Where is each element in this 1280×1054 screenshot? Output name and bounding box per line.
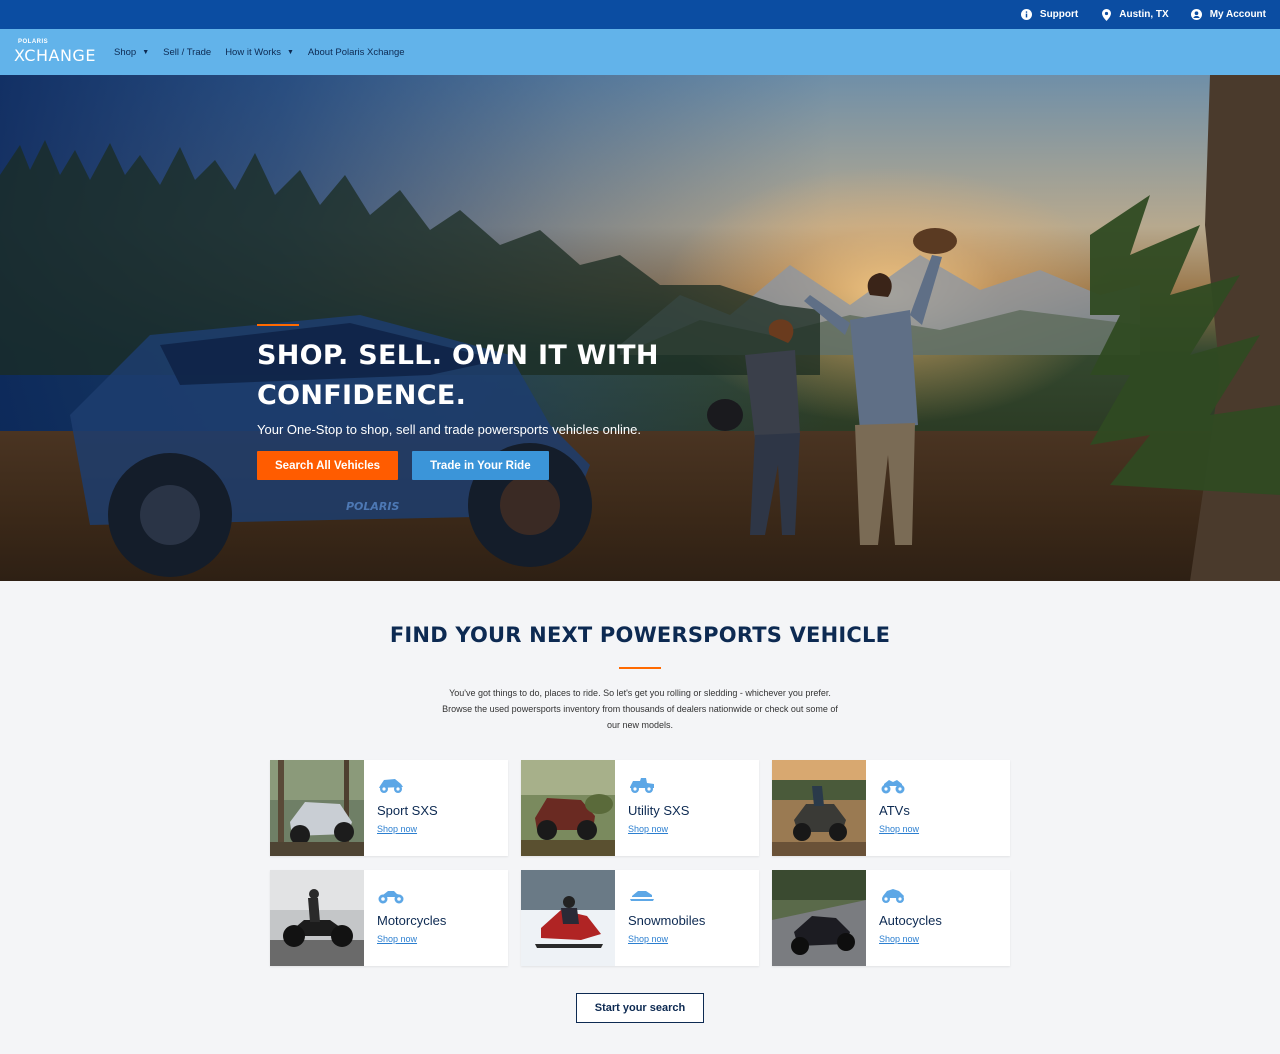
- hero-banner: POLARIS SHOP. SELL. OWN IT WITH CONFIDEN…: [0, 75, 1280, 581]
- logo-brand-text: POLARIS: [18, 39, 49, 45]
- category-card-motorcycles[interactable]: Motorcycles Shop now: [270, 870, 508, 966]
- category-card-utility-sxs[interactable]: Utility SXS Shop now: [521, 760, 759, 856]
- shop-now-link[interactable]: Shop now: [879, 934, 942, 944]
- shop-now-link[interactable]: Shop now: [879, 824, 919, 834]
- nav-about-label: About Polaris Xchange: [307, 46, 405, 58]
- support-label: Support: [1039, 9, 1079, 20]
- category-card-autocycles[interactable]: Autocycles Shop now: [772, 870, 1010, 966]
- category-title: ATVs: [879, 803, 910, 818]
- polaris-xchange-logo[interactable]: POLARIS XCHANGE: [14, 35, 102, 69]
- shop-now-link[interactable]: Shop now: [377, 934, 446, 944]
- category-grid: Sport SXS Shop now Utility SXS Shop now: [270, 760, 1010, 966]
- category-title: Snowmobiles: [628, 913, 706, 928]
- section-accent-rule: [619, 667, 661, 669]
- caret-down-icon: ▼: [142, 48, 150, 56]
- snowmobile-image: [521, 870, 615, 966]
- motorcycle-image: [270, 870, 364, 966]
- nav-shop-label: Shop: [114, 46, 137, 58]
- nav-how-it-works-label: How it Works: [225, 46, 281, 58]
- riders-celebrating-image: [707, 228, 957, 545]
- pine-tree-image: [1090, 75, 1280, 581]
- section-title: FIND YOUR NEXT POWERSPORTS VEHICLE: [389, 623, 891, 647]
- nav-shop[interactable]: Shop ▼: [114, 47, 149, 58]
- hero-title-line2: CONFIDENCE.: [257, 380, 467, 411]
- nav-sell-trade[interactable]: Sell / Trade: [163, 47, 211, 58]
- utility-bar: Support Austin, TX My Account: [0, 0, 1280, 29]
- nav-sell-trade-label: Sell / Trade: [163, 46, 212, 58]
- shop-now-link[interactable]: Shop now: [628, 824, 689, 834]
- hero-accent-rule: [257, 324, 299, 326]
- map-pin-icon: [1100, 8, 1112, 21]
- shop-now-link[interactable]: Shop now: [628, 934, 705, 944]
- hero-content: SHOP. SELL. OWN IT WITH CONFIDENCE. Your…: [257, 324, 717, 480]
- category-card-sport-sxs[interactable]: Sport SXS Shop now: [270, 760, 508, 856]
- shop-now-link[interactable]: Shop now: [377, 824, 438, 834]
- info-icon: [1021, 9, 1033, 21]
- hero-title: SHOP. SELL. OWN IT WITH CONFIDENCE.: [257, 336, 717, 416]
- start-search-button[interactable]: Start your search: [576, 993, 704, 1023]
- category-title: Sport SXS: [377, 803, 438, 818]
- account-link[interactable]: My Account: [1191, 9, 1266, 21]
- trade-in-button[interactable]: Trade in Your Ride: [412, 451, 549, 480]
- autocycle-image: [772, 870, 866, 966]
- atv-icon: [879, 776, 907, 794]
- snowmobile-icon: [628, 886, 656, 904]
- section-description: You've got things to do, places to ride.…: [442, 688, 838, 730]
- logo-wordmark: XCHANGE: [14, 46, 96, 65]
- search-all-vehicles-button[interactable]: Search All Vehicles: [257, 451, 399, 480]
- find-vehicle-section: FIND YOUR NEXT POWERSPORTS VEHICLE You'v…: [0, 581, 1280, 1054]
- category-title: Autocycles: [879, 913, 942, 928]
- user-circle-icon: [1191, 9, 1203, 21]
- utility-sxs-image: [521, 760, 615, 856]
- nav-how-it-works[interactable]: How it Works ▼: [225, 47, 294, 58]
- autocycle-icon: [879, 886, 907, 904]
- sxs-icon: [377, 776, 405, 794]
- category-title: Motorcycles: [377, 913, 447, 928]
- atv-image: [772, 760, 866, 856]
- hero-title-line1: SHOP. SELL. OWN IT WITH: [257, 340, 659, 371]
- hero-buttons: Search All Vehicles Trade in Your Ride: [257, 451, 717, 480]
- motorcycle-icon: [377, 886, 405, 904]
- support-link[interactable]: Support: [1021, 9, 1078, 21]
- location-label: Austin, TX: [1119, 9, 1169, 20]
- location-link[interactable]: Austin, TX: [1100, 8, 1169, 21]
- hero-subtitle: Your One-Stop to shop, sell and trade po…: [257, 422, 641, 437]
- vehicle-brand-text: POLARIS: [346, 500, 399, 513]
- account-label: My Account: [1209, 9, 1266, 20]
- caret-down-icon: ▼: [286, 48, 294, 56]
- category-card-snowmobiles[interactable]: Snowmobiles Shop now: [521, 870, 759, 966]
- sport-sxs-image: [270, 760, 364, 856]
- main-nav: POLARIS XCHANGE Shop ▼ Sell / Trade How …: [0, 29, 1280, 75]
- category-card-atvs[interactable]: ATVs Shop now: [772, 760, 1010, 856]
- utility-sxs-icon: [628, 776, 656, 794]
- nav-links: Shop ▼ Sell / Trade How it Works ▼ About…: [114, 47, 405, 58]
- nav-about[interactable]: About Polaris Xchange: [308, 47, 405, 58]
- category-title: Utility SXS: [628, 803, 690, 818]
